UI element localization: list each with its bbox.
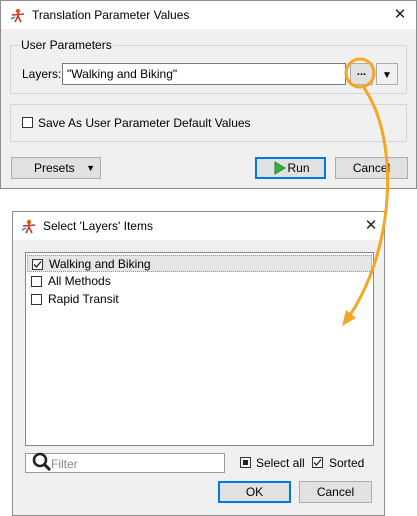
close-icon[interactable]: ✕ bbox=[389, 4, 411, 26]
layers-dropdown-button[interactable]: ▼ bbox=[376, 63, 398, 85]
item-checkbox[interactable] bbox=[31, 294, 42, 305]
item-label: All Methods bbox=[48, 274, 111, 288]
fme-app-icon bbox=[10, 8, 25, 23]
layers-field[interactable]: "Walking and Biking" bbox=[62, 63, 346, 85]
sorted-checkbox[interactable] bbox=[312, 457, 323, 468]
filter-placeholder: Filter bbox=[51, 457, 78, 471]
item-label: Walking and Biking bbox=[49, 257, 151, 271]
filter-input[interactable]: Filter bbox=[25, 452, 225, 473]
layers-label: Layers: bbox=[22, 67, 62, 81]
close-icon[interactable]: ✕ bbox=[360, 215, 382, 237]
sorted-label: Sorted bbox=[329, 456, 365, 470]
item-checkbox[interactable] bbox=[32, 259, 43, 270]
save-default-checkbox[interactable] bbox=[22, 117, 33, 128]
item-checkbox[interactable] bbox=[31, 276, 42, 287]
run-label: Run bbox=[287, 161, 310, 175]
list-item[interactable]: All Methods bbox=[27, 273, 372, 290]
dialog-titlebar: Translation Parameter Values ✕ bbox=[1, 1, 416, 29]
dialog-titlebar: Select 'Layers' Items ✕ bbox=[13, 212, 384, 240]
list-item[interactable]: Walking and Biking bbox=[27, 255, 372, 272]
item-label: Rapid Transit bbox=[48, 292, 119, 306]
run-button[interactable]: Run bbox=[255, 157, 326, 179]
select-layers-dialog: Select 'Layers' Items ✕ Walking and Biki… bbox=[12, 211, 385, 516]
presets-button[interactable]: Presets ▼ bbox=[11, 157, 101, 179]
cancel-button[interactable]: Cancel bbox=[299, 481, 372, 503]
fme-app-icon bbox=[21, 219, 36, 234]
checkmark-icon bbox=[313, 459, 322, 466]
chevron-down-icon: ▼ bbox=[382, 70, 392, 81]
dialog-title: Select 'Layers' Items bbox=[43, 219, 153, 233]
cancel-button[interactable]: Cancel bbox=[335, 157, 408, 179]
save-default-label: Save As User Parameter Default Values bbox=[38, 116, 251, 130]
search-icon bbox=[32, 452, 52, 471]
layers-listbox[interactable]: Walking and Biking All Methods Rapid Tra… bbox=[25, 252, 374, 446]
checkmark-icon bbox=[33, 261, 42, 268]
translation-parameter-dialog: Translation Parameter Values ✕ User Para… bbox=[0, 0, 417, 189]
dialog-title: Translation Parameter Values bbox=[32, 8, 190, 22]
select-all-checkbox[interactable] bbox=[240, 457, 251, 468]
presets-label: Presets bbox=[34, 161, 75, 175]
browse-button[interactable]: ... bbox=[350, 63, 373, 85]
indeterminate-mark bbox=[243, 460, 248, 465]
chevron-down-icon: ▼ bbox=[86, 163, 95, 173]
ok-button[interactable]: OK bbox=[218, 481, 291, 503]
select-all-label: Select all bbox=[256, 456, 305, 470]
play-icon bbox=[274, 161, 286, 175]
user-parameters-group-title: User Parameters bbox=[20, 38, 113, 52]
list-item[interactable]: Rapid Transit bbox=[27, 291, 372, 308]
